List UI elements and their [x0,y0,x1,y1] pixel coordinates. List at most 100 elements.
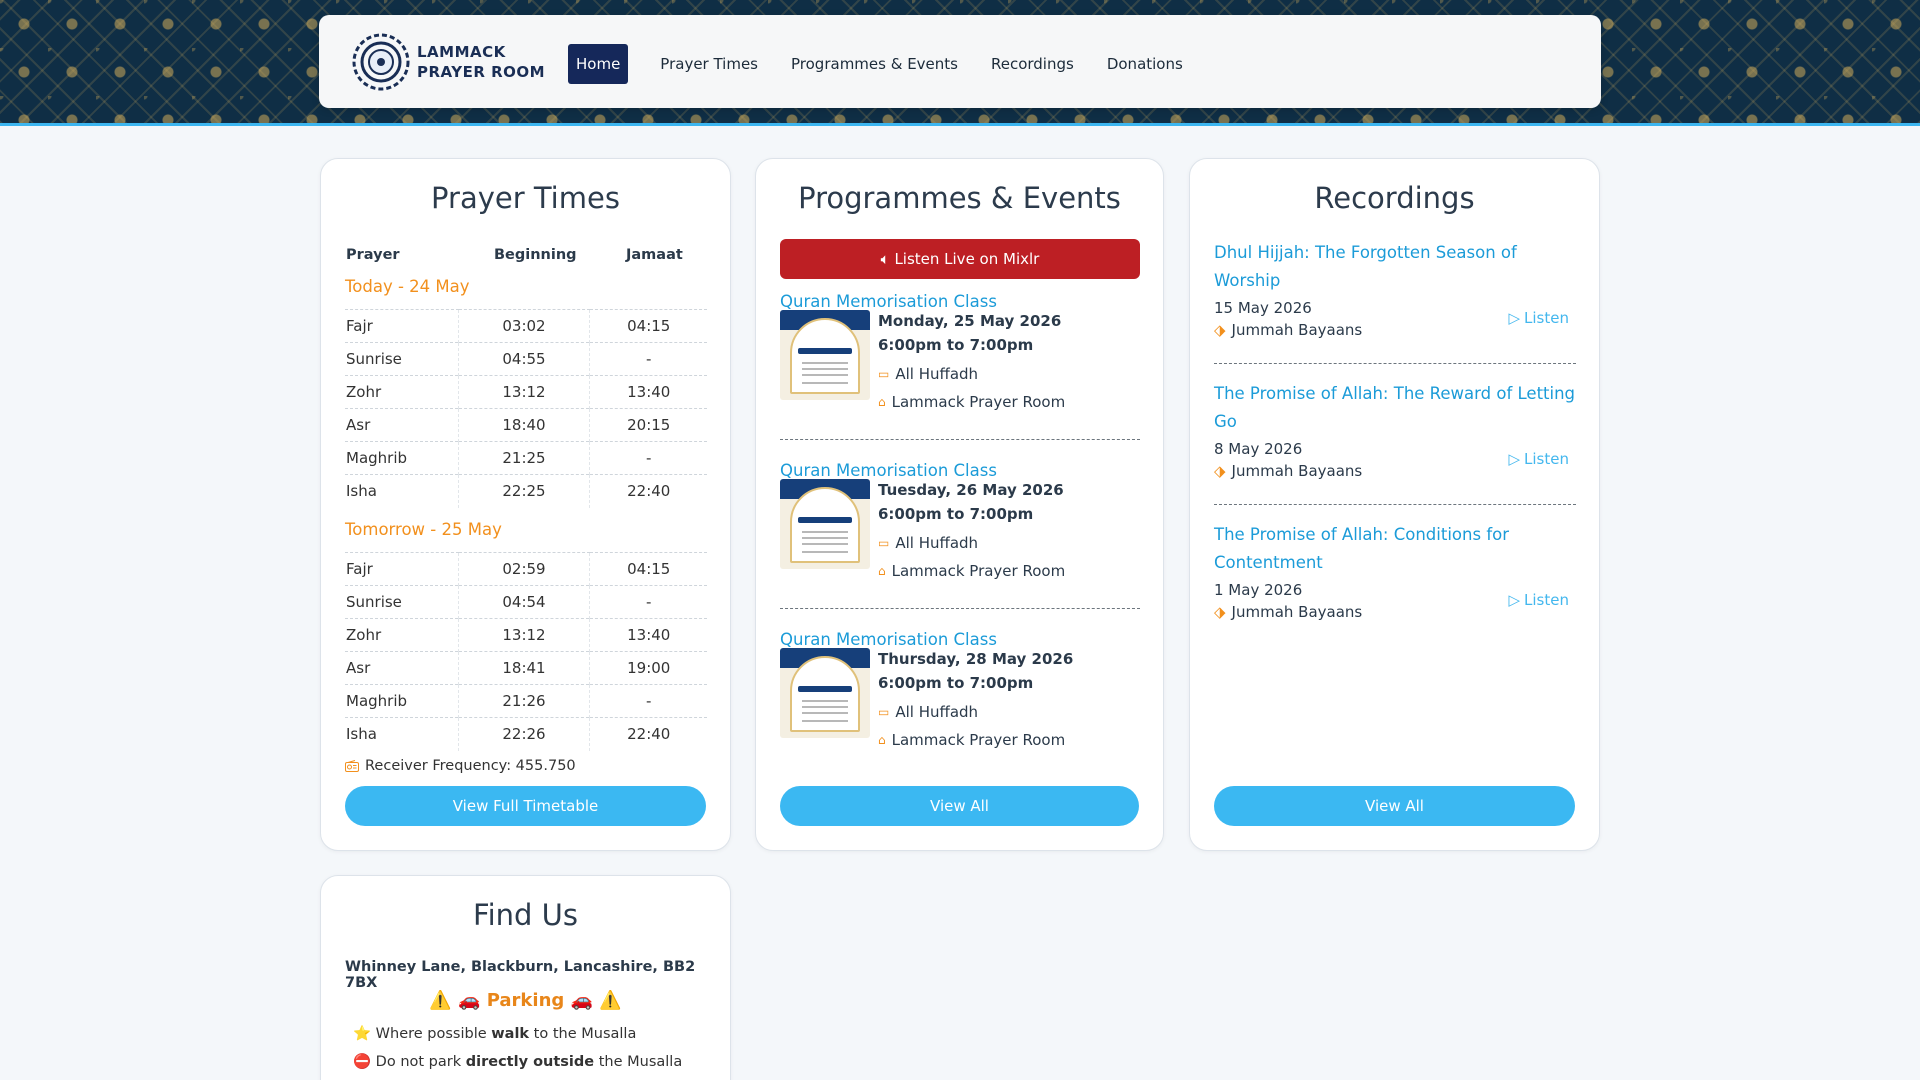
events-card: Programmes & Events 🔈︎ Listen Live on Mi… [755,158,1164,851]
prayer-jamaat: - [588,585,707,619]
prayer-name: Fajr [345,552,458,586]
listen-live-button[interactable]: 🔈︎ Listen Live on Mixlr [780,239,1140,279]
prayer-jamaat: 13:40 [588,375,707,409]
recording-title[interactable]: The Promise of Allah: Conditions for Con… [1214,521,1576,577]
event-info: Tuesday, 26 May 2026 6:00pm to 7:00pm ▭ A… [878,478,1065,582]
prayer-beginning: 02:59 [457,552,589,586]
prayer-row: Fajr 03:02 04:15 [345,309,707,343]
prayer-row: Maghrib 21:26- [345,684,707,718]
logo-line-2: PRAYER ROOM [417,63,546,81]
prayer-beginning: 18:40 [457,408,589,442]
event-audience-text: All Huffadh [895,534,979,552]
prayer-beginning: 22:26 [457,717,589,751]
view-all-recordings-button[interactable]: View All [1214,786,1575,826]
prayer-jamaat: 20:15 [588,408,707,442]
recordings-title: Recordings [1314,181,1475,215]
prayer-beginning: 18:41 [457,651,589,685]
navbar: LAMMACK PRAYER ROOM Home Prayer Times Pr… [319,15,1601,108]
event-date: Monday, 25 May 2026 [878,312,1062,330]
prayer-name: Isha [345,717,458,751]
prayer-row: Asr 18:40 20:15 [345,408,707,442]
prayer-beginning: 21:26 [457,684,589,718]
id-card-icon: ▭ [878,536,890,550]
event-item[interactable]: Quran Memorisation Class Thursday, 28 Ma… [780,630,1140,751]
recording-item: Dhul Hijjah: The Forgotten Season of Wor… [1214,239,1576,339]
event-time: 6:00pm to 7:00pm [878,674,1034,692]
event-info: Monday, 25 May 2026 6:00pm to 7:00pm ▭ Al… [878,309,1065,413]
listen-button[interactable]: ▷ Listen [1508,450,1569,468]
nav-recordings[interactable]: Recordings [975,44,1090,84]
prayer-jamaat: 04:15 [588,309,707,343]
prayer-beginning: 04:54 [457,585,589,619]
prayer-jamaat: - [588,441,707,475]
event-audience: ▭ All Huffadh [878,532,1065,554]
play-circle-icon: ▷ [1508,450,1521,468]
events-title: Programmes & Events [798,181,1121,215]
home-icon: ⌂ [878,564,886,578]
event-info: Thursday, 28 May 2026 6:00pm to 7:00pm ▭… [878,647,1073,751]
prayer-name: Maghrib [345,684,458,718]
nav-donations[interactable]: Donations [1091,44,1199,84]
receiver-frequency: Receiver Frequency: 455.750 [345,758,576,774]
prayer-name: Sunrise [345,585,458,619]
logo-icon[interactable] [351,32,411,92]
parking-tip-outside: ⛔ Do not park directly outside the Musal… [353,1053,682,1070]
prayer-name: Zohr [345,375,458,409]
event-audience: ▭ All Huffadh [878,701,1073,723]
view-all-events-button[interactable]: View All [780,786,1139,826]
prayer-row: Asr 18:41 19:00 [345,651,707,685]
event-audience: ▭ All Huffadh [878,363,1065,385]
prayer-beginning: 03:02 [457,309,589,343]
prayer-jamaat: - [588,342,707,376]
prayer-row: Zohr 13:12 13:40 [345,375,707,409]
event-thumbnail [780,648,870,738]
recording-title[interactable]: Dhul Hijjah: The Forgotten Season of Wor… [1214,239,1576,295]
prayer-beginning: 21:25 [457,441,589,475]
logo-text[interactable]: LAMMACK PRAYER ROOM [417,42,545,82]
recording-title[interactable]: The Promise of Allah: The Reward of Lett… [1214,380,1576,436]
find-us-title: Find Us [473,898,578,932]
prayer-name: Fajr [345,309,458,343]
recordings-card: Recordings Dhul Hijjah: The Forgotten Se… [1189,158,1600,851]
nav-programmes-events[interactable]: Programmes & Events [775,44,974,84]
col-beginning: Beginning [494,247,577,263]
nav-home[interactable]: Home [568,44,629,84]
col-jamaat: Jamaat [626,247,683,263]
radio-icon [345,760,359,772]
tomorrow-label: Tomorrow - 25 May [345,520,502,539]
recording-tag-text: Jummah Bayaans [1231,321,1363,339]
listen-button[interactable]: ▷ Listen [1508,309,1569,327]
event-item[interactable]: Quran Memorisation Class Tuesday, 26 May… [780,461,1140,582]
tag-icon: ⬗ [1214,462,1226,480]
event-location: ⌂ Lammack Prayer Room [878,391,1065,413]
prayer-row: Fajr 02:59 04:15 [345,552,707,586]
tip-bold: directly outside [465,1054,595,1070]
recording-tag-text: Jummah Bayaans [1231,462,1363,480]
event-thumbnail [780,310,870,400]
prayer-jamaat: 22:40 [588,474,707,508]
event-audience-text: All Huffadh [895,703,979,721]
tip-bold: walk [491,1026,530,1042]
view-timetable-button[interactable]: View Full Timetable [345,786,706,826]
prayer-jamaat: - [588,684,707,718]
prayer-beginning: 22:25 [457,474,589,508]
prayer-times-card: Prayer Times Prayer Beginning Jamaat Tod… [320,158,731,851]
event-location-text: Lammack Prayer Room [891,562,1066,580]
event-divider [780,608,1140,609]
listen-button[interactable]: ▷ Listen [1508,591,1569,609]
prayer-row: Isha 22:26 22:40 [345,717,707,751]
prayer-jamaat: 04:15 [588,552,707,586]
tag-icon: ⬗ [1214,321,1226,339]
recording-divider [1214,504,1576,505]
event-time: 6:00pm to 7:00pm [878,336,1034,354]
event-thumbnail [780,479,870,569]
tip-text: Where possible [375,1026,492,1042]
parking-heading: ⚠️ 🚗 Parking 🚗 ⚠️ [429,990,622,1011]
nav-prayer-times[interactable]: Prayer Times [644,44,774,84]
speaker-icon: 🔈︎ [880,250,890,268]
find-us-card: Find Us Whinney Lane, Blackburn, Lancash… [320,875,731,1080]
event-item[interactable]: Quran Memorisation Class Monday, 25 May … [780,292,1140,413]
listen-label: Listen [1524,450,1569,468]
event-location: ⌂ Lammack Prayer Room [878,729,1073,751]
home-icon: ⌂ [878,395,886,409]
